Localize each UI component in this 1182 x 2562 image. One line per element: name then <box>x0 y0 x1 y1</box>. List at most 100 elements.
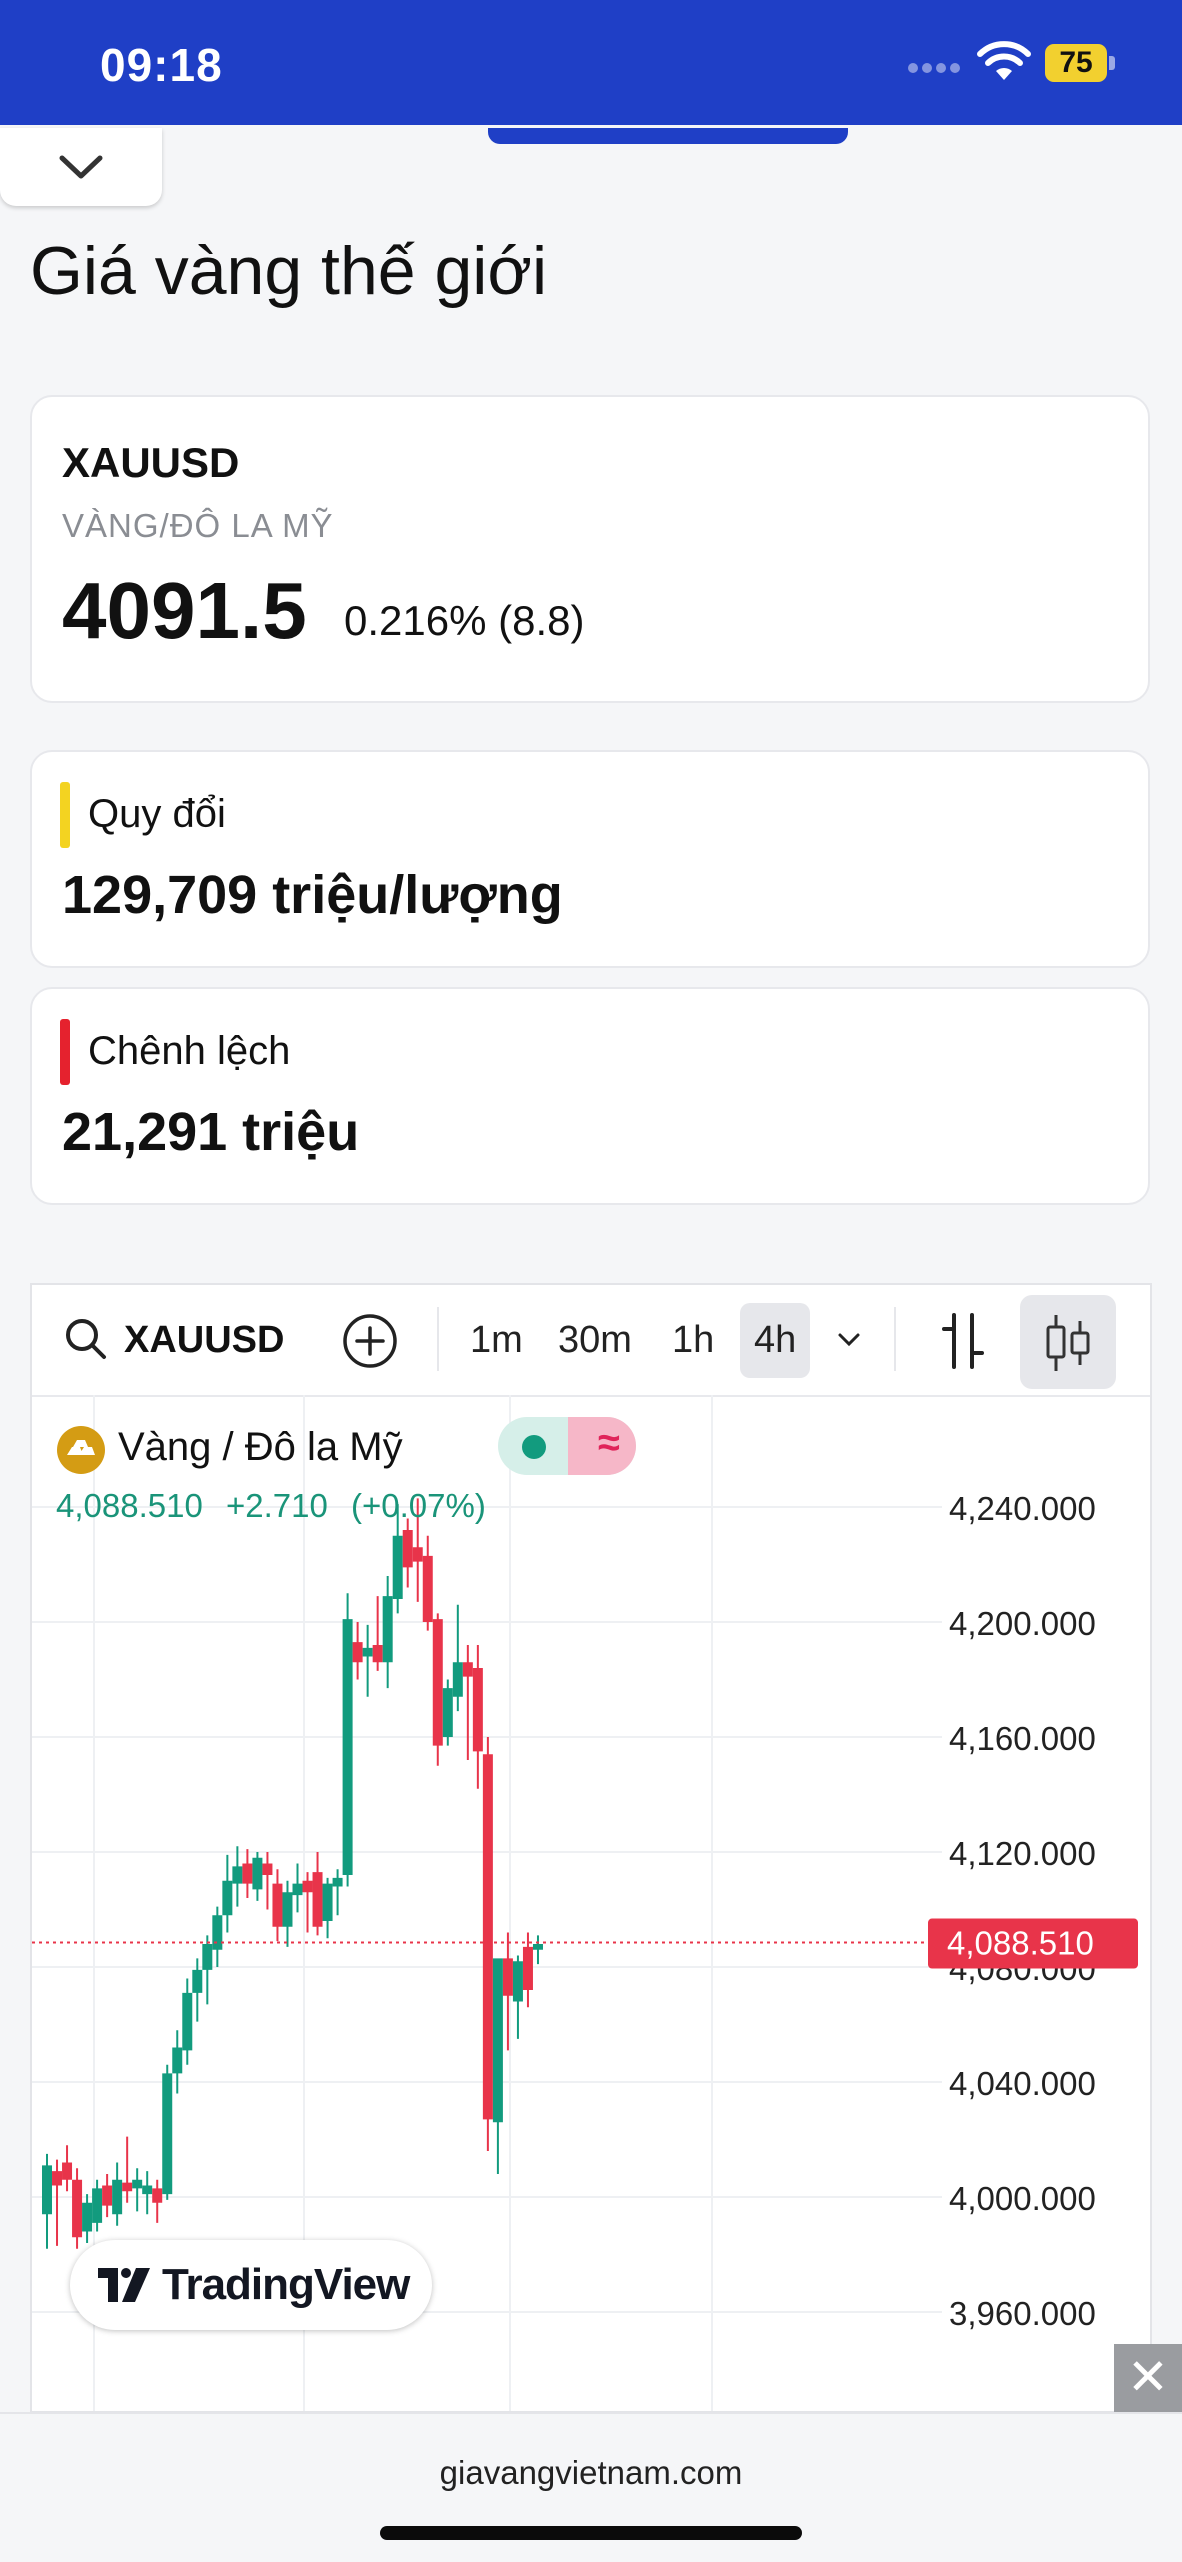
candle-body <box>462 1662 473 1677</box>
candle-body <box>202 1944 213 1970</box>
candle-body <box>272 1883 283 1927</box>
candle-body <box>282 1892 293 1927</box>
candle-body <box>62 2162 73 2180</box>
y-tick-label: 4,160.000 <box>949 1720 1096 1757</box>
candle-body <box>472 1668 483 1752</box>
divider <box>437 1307 439 1371</box>
y-tick-label: 4,240.000 <box>949 1490 1096 1527</box>
divider <box>894 1307 896 1371</box>
candle-body <box>42 2165 52 2215</box>
candle-body <box>502 1958 513 1996</box>
tradingview-logo[interactable]: TradingView <box>70 2240 432 2330</box>
candle-body <box>242 1863 253 1884</box>
candle-body <box>72 2179 83 2238</box>
search-icon[interactable] <box>62 1315 110 1363</box>
candle-body <box>342 1619 353 1875</box>
spread-value: 21,291 triệu <box>62 1102 360 1162</box>
candle-body <box>292 1883 303 1896</box>
candles-chart-type-button[interactable] <box>1020 1295 1116 1389</box>
candle-body <box>172 2047 183 2074</box>
candle-body <box>512 1961 523 2002</box>
candle-body <box>362 1647 373 1657</box>
legend-last: 4,088.510 <box>56 1487 203 1524</box>
home-indicator[interactable] <box>380 2526 802 2540</box>
chart-widget[interactable]: XAUUSD 1m 30m 1h 4h 4,240.000 4,200.000 4,… <box>30 1283 1152 2413</box>
page-title: Giá vàng thế giới <box>30 233 548 309</box>
y-tick-label: 4,200.000 <box>949 1605 1096 1642</box>
add-icon[interactable] <box>342 1313 398 1369</box>
candle-body <box>432 1619 443 1746</box>
candle-body <box>452 1662 463 1697</box>
candle-body <box>392 1535 403 1599</box>
interval-4h[interactable]: 4h <box>740 1303 811 1378</box>
candle-body <box>232 1866 243 1884</box>
quote-name: VÀNG/ĐÔ LA MỸ <box>62 507 334 544</box>
quote-symbol: XAUUSD <box>62 439 240 486</box>
candle-body <box>492 1958 503 2123</box>
candle-body <box>122 2182 133 2192</box>
chevron-down-icon <box>59 155 103 179</box>
legend-toggle[interactable]: ≈ <box>498 1417 636 1475</box>
close-ad-button[interactable]: ✕ <box>1114 2344 1182 2412</box>
candle-body <box>262 1863 273 1875</box>
y-tick-label: 4,120.000 <box>949 1835 1096 1872</box>
close-icon: ✕ <box>1127 2349 1169 2405</box>
browser-bar: giavangvietnam.com <box>0 2412 1182 2562</box>
candle-body <box>302 1880 313 1893</box>
accent-bar <box>60 1019 70 1085</box>
spread-card: Chênh lệch 21,291 triệu <box>30 987 1150 1205</box>
y-tick-label: 4,040.000 <box>949 2065 1096 2102</box>
toolbar-symbol[interactable]: XAUUSD <box>124 1319 284 1362</box>
candle-body <box>112 2179 123 2215</box>
quote-price: 4091.5 <box>62 566 307 655</box>
candle-body <box>352 1642 363 1663</box>
candle-body <box>412 1547 423 1562</box>
candle-body <box>222 1880 233 1916</box>
interval-1h[interactable]: 1h <box>672 1319 714 1362</box>
tradingview-icon <box>98 2268 150 2302</box>
candle-body <box>152 2188 163 2203</box>
interval-30m[interactable]: 30m <box>558 1319 632 1362</box>
candle-body <box>372 1645 383 1663</box>
candle-body <box>102 2185 113 2206</box>
dot-icon <box>522 1435 546 1459</box>
candle-body <box>212 1915 223 1950</box>
chevron-down-icon[interactable] <box>834 1325 864 1355</box>
candle-body <box>532 1944 543 1950</box>
candle-body <box>482 1754 493 2120</box>
candle-body <box>252 1857 263 1890</box>
conversion-card: Quy đổi 129,709 triệu/lượng <box>30 750 1150 968</box>
battery-icon: 75 <box>1045 44 1117 82</box>
quote-change: 0.216% (8.8) <box>344 597 585 644</box>
candle-body <box>402 1530 413 1568</box>
candle-body <box>522 1946 533 1990</box>
candle-body <box>312 1872 323 1927</box>
legend-values: 4,088.510 +2.710 (+0.07%) <box>56 1487 500 1525</box>
candle-body <box>162 2073 173 2195</box>
candle-body <box>192 1969 203 1993</box>
wifi-icon <box>977 41 1031 80</box>
candles-icon <box>1046 1315 1090 1371</box>
interval-1m[interactable]: 1m <box>470 1319 523 1362</box>
site-domain[interactable]: giavangvietnam.com <box>0 2454 1182 2492</box>
status-bar: 09:18 75 <box>0 0 1182 125</box>
candle-body <box>92 2188 103 2223</box>
candle-body <box>132 2179 143 2189</box>
candle-body <box>422 1555 433 1622</box>
candle-body <box>82 2202 93 2232</box>
conversion-value: 129,709 triệu/lượng <box>62 865 563 925</box>
spread-label: Chênh lệch <box>88 1029 291 1073</box>
quote-card: XAUUSD VÀNG/ĐÔ LA MỸ 4091.5 0.216% (8.8) <box>30 395 1150 703</box>
legend-change: +2.710 <box>225 1487 328 1524</box>
candle-body <box>142 2185 153 2195</box>
top-handle <box>488 128 848 144</box>
tradingview-text: TradingView <box>162 2260 410 2309</box>
candle-body <box>52 2171 63 2186</box>
candle-body <box>322 1883 333 1921</box>
collapse-button[interactable] <box>0 128 162 206</box>
bar-chart-type-icon[interactable] <box>938 1311 988 1371</box>
approx-icon: ≈ <box>598 1421 620 1465</box>
candle-body <box>382 1596 393 1663</box>
candle-body <box>442 1688 453 1737</box>
signal-icon <box>908 60 968 74</box>
